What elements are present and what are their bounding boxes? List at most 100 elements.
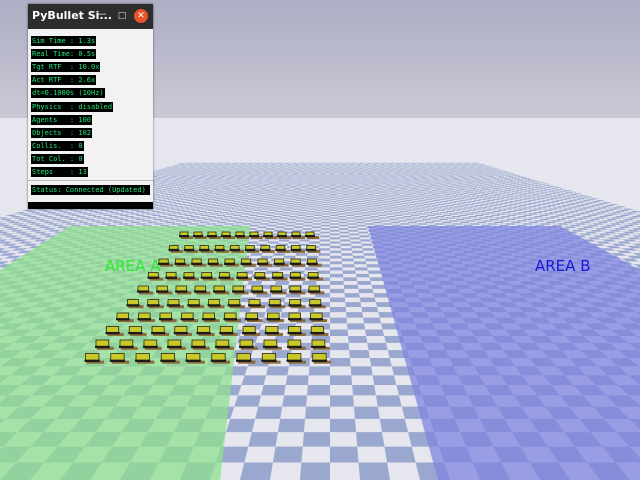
- floor-tile: [282, 189, 289, 191]
- floor-tile: [364, 200, 372, 202]
- floor-tile: [394, 214, 404, 216]
- floor-tile: [412, 208, 422, 210]
- floor-tile: [317, 192, 324, 194]
- floor-tile: [231, 187, 239, 189]
- floor-tile: [394, 204, 403, 206]
- floor-tile: [429, 181, 436, 182]
- floor-tile: [322, 208, 330, 210]
- floor-tile: [369, 277, 385, 282]
- floor-tile: [276, 223, 287, 225]
- floor-tile: [311, 190, 319, 191]
- floor-tile: [232, 190, 240, 192]
- floor-tile: [376, 188, 383, 189]
- floor-tile: [287, 218, 297, 221]
- floor-tile: [272, 180, 279, 181]
- floor-tile: [422, 183, 429, 185]
- floor-tile: [218, 178, 225, 180]
- floor-tile: [330, 177, 335, 178]
- floor-tile: [264, 188, 272, 190]
- floor-tile: [218, 206, 228, 208]
- floor-tile: [241, 375, 267, 385]
- floor-tile: [374, 185, 381, 187]
- floor-tile: [393, 187, 400, 189]
- floor-tile: [242, 205, 251, 207]
- floor-tile: [241, 213, 251, 215]
- floor-tile: [432, 195, 441, 197]
- floor-tile: [285, 207, 293, 209]
- floor-tile: [409, 191, 417, 193]
- floor-tile: [285, 375, 309, 385]
- floor-tile: [264, 177, 271, 179]
- floor-tile: [321, 213, 330, 215]
- floor-tile: [212, 191, 221, 193]
- floor-tile: [253, 182, 261, 184]
- floor-tile: [401, 189, 408, 191]
- floor-tile: [330, 267, 343, 271]
- floor-tile: [232, 214, 242, 216]
- floor-tile: [244, 210, 254, 213]
- floor-tile: [330, 317, 348, 324]
- floor-tile: [400, 178, 406, 180]
- floor-tile: [319, 243, 330, 246]
- floor-tile: [244, 190, 252, 192]
- floor-tile: [283, 196, 291, 198]
- floor-tile: [224, 188, 232, 189]
- floor-tile: [402, 205, 411, 207]
- floor-tile: [416, 213, 427, 215]
- floor-tile: [428, 184, 436, 185]
- floor-tile: [330, 250, 342, 254]
- floor-tile: [212, 188, 220, 189]
- floor-tile: [330, 217, 339, 219]
- floor-tile: [223, 181, 230, 183]
- floor-tile: [411, 188, 418, 189]
- floor-tile: [440, 196, 449, 198]
- floor-tile: [336, 194, 343, 196]
- floor-tile: [280, 183, 287, 185]
- floor-tile: [423, 193, 431, 195]
- floor-tile: [443, 186, 451, 188]
- floor-tile: [244, 186, 252, 187]
- floor-tile: [354, 190, 361, 192]
- floor-tile: [337, 204, 345, 206]
- floor-tile: [340, 184, 347, 185]
- floor-tile: [319, 182, 325, 184]
- floor-tile: [242, 198, 251, 200]
- floor-tile: [290, 197, 298, 199]
- floor-tile: [233, 186, 240, 187]
- floor-tile: [439, 212, 449, 214]
- floor-tile: [416, 187, 423, 189]
- floor-tile: [381, 180, 388, 182]
- floor-tile: [383, 199, 392, 201]
- floor-tile: [224, 177, 231, 179]
- floor-tile: [388, 218, 398, 221]
- floor-tile: [361, 243, 373, 246]
- floor-tile: [217, 188, 225, 190]
- floor-tile: [383, 210, 393, 213]
- floor-tile: [330, 203, 338, 205]
- floor-tile: [248, 206, 257, 208]
- floor-tile: [266, 181, 272, 183]
- floor-tile: [342, 194, 350, 195]
- floor-tile: [353, 210, 362, 213]
- floor-tile: [229, 188, 237, 190]
- floor-tile: [228, 210, 238, 213]
- floor-tile: [213, 210, 223, 213]
- floor-tile: [386, 193, 393, 195]
- floor-tile: [364, 186, 371, 188]
- floor-tile: [428, 192, 436, 194]
- floor-tile: [205, 192, 213, 194]
- floor-tile: [286, 221, 296, 224]
- floor-tile: [318, 184, 325, 185]
- floor-tile: [241, 188, 248, 190]
- floor-tile: [316, 197, 324, 199]
- floor-tile: [210, 197, 219, 199]
- floor-tile: [340, 181, 346, 183]
- floor-tile: [357, 281, 372, 285]
- floor-tile: [311, 229, 321, 232]
- floor-tile: [251, 221, 262, 224]
- floor-tile: [360, 239, 371, 242]
- floor-tile: [250, 197, 258, 199]
- floor-tile: [373, 184, 380, 185]
- floor-tile: [330, 195, 337, 197]
- floor-tile: [330, 194, 337, 195]
